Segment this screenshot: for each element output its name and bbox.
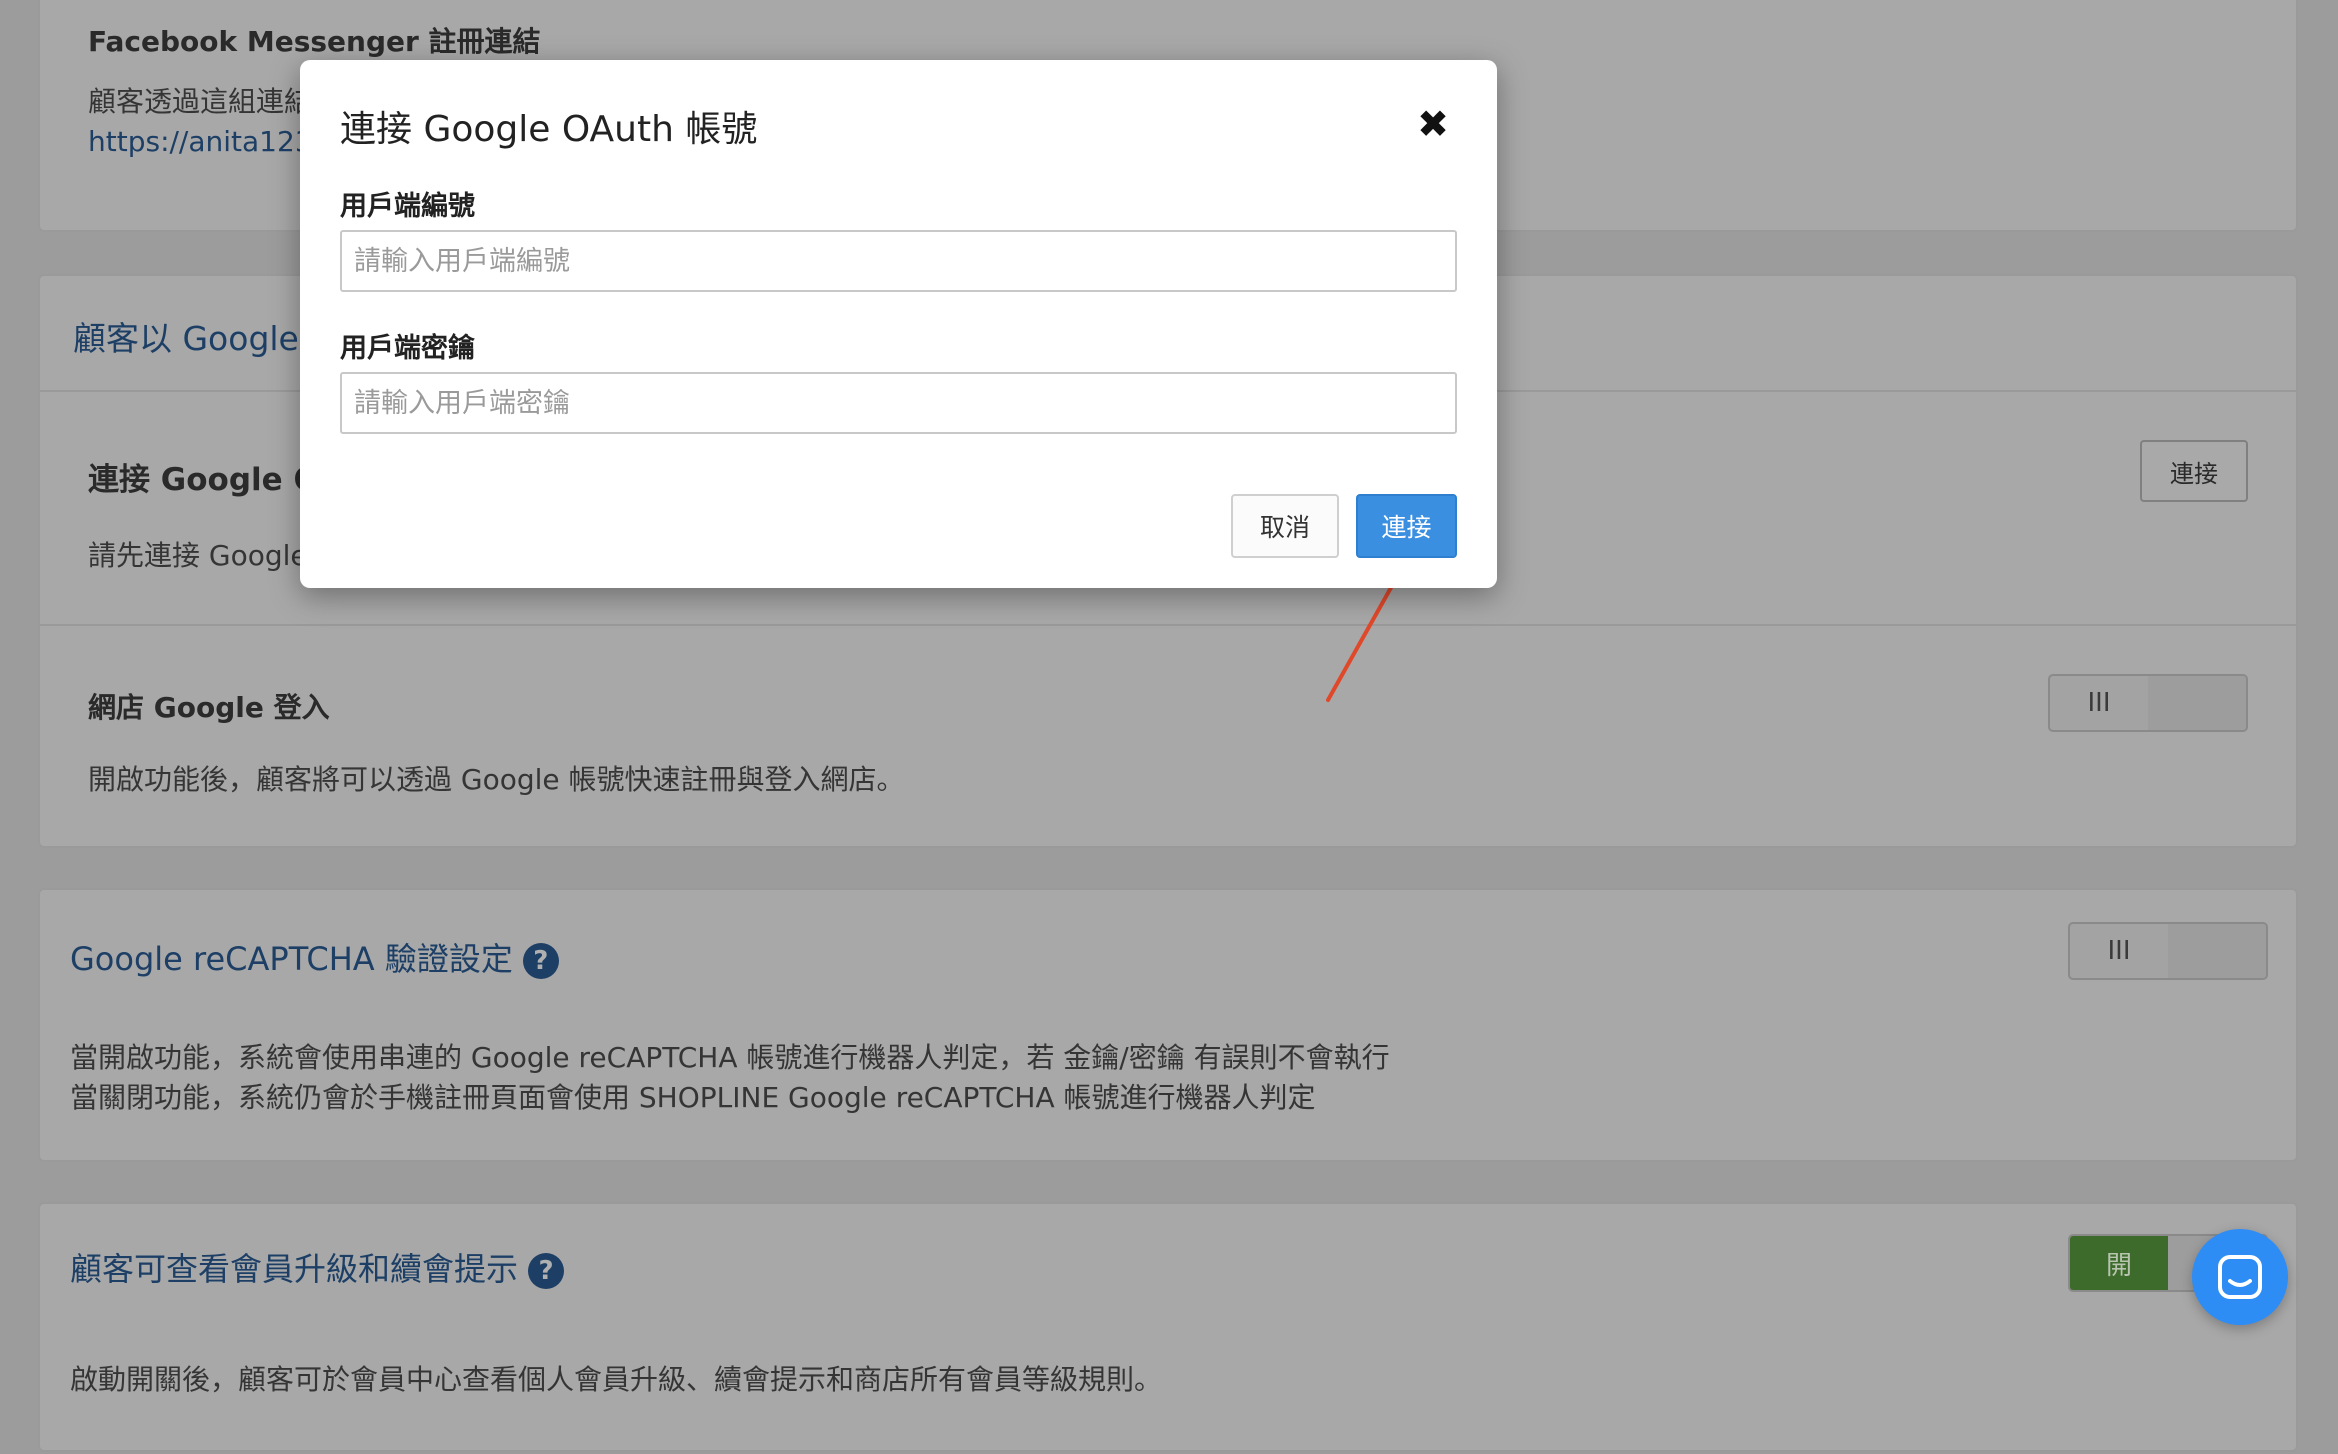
facebook-messenger-title: Facebook Messenger 註冊連結 [88,25,541,58]
recaptcha-header: Google reCAPTCHA 驗證設定? [70,934,559,980]
member-upgrade-header-text: 顧客可查看會員升級和續會提示 [70,1250,519,1288]
member-upgrade-panel: 顧客可查看會員升級和續會提示? 啟動開關後，顧客可於會員中心查看個人會員升級、續… [38,1202,2298,1452]
store-google-login-toggle[interactable]: III [2048,674,2248,732]
toggle-off-indicator: III [2087,688,2111,718]
close-icon[interactable]: ✖ [1417,105,1449,143]
store-google-login-title: 網店 Google 登入 [88,691,330,724]
store-google-login-desc: 開啟功能後，顧客將可以透過 Google 帳號快速註冊與登入網店。 [88,763,905,796]
divider [40,624,2296,626]
toggle-on-indicator: 開 [2070,1236,2168,1290]
facebook-messenger-desc: 顧客透過這組連結 [88,85,313,118]
recaptcha-toggle[interactable]: III [2068,922,2268,980]
client-secret-label: 用戶端密鑰 [340,333,475,364]
toggle-off-indicator: III [2107,936,2131,966]
chat-launcher-button[interactable] [2192,1229,2288,1325]
google-oauth-modal: 連接 Google OAuth 帳號 ✖ 用戶端編號 用戶端密鑰 取消 連接 [300,60,1497,588]
toggle-knob [2148,676,2246,730]
help-icon[interactable]: ? [528,1253,565,1289]
facebook-messenger-link[interactable]: https://anita123 [88,125,313,158]
connect-button[interactable]: 連接 [1356,494,1457,558]
chat-icon [2218,1255,2262,1299]
modal-title: 連接 Google OAuth 帳號 [340,109,758,150]
member-upgrade-desc: 啟動開關後，顧客可於會員中心查看個人會員升級、續會提示和商店所有會員等級規則。 [70,1363,1163,1396]
recaptcha-panel: Google reCAPTCHA 驗證設定? 當開啟功能，系統會使用串連的 Go… [38,888,2298,1162]
cancel-button[interactable]: 取消 [1231,494,1339,558]
recaptcha-desc-line2: 當關閉功能，系統仍會於手機註冊頁面會使用 SHOPLINE Google reC… [70,1081,1316,1114]
client-id-input[interactable] [340,230,1457,292]
oauth-section-desc: 請先連接 Google [88,539,308,572]
toggle-knob [2168,924,2266,978]
help-icon[interactable]: ? [522,943,559,979]
recaptcha-desc-line1: 當開啟功能，系統會使用串連的 Google reCAPTCHA 帳號進行機器人判… [70,1041,1390,1074]
client-id-label: 用戶端編號 [340,191,475,222]
oauth-connect-button[interactable]: 連接 [2140,440,2248,502]
oauth-section-title: 連接 Google O [88,462,320,498]
member-upgrade-header: 顧客可查看會員升級和續會提示? [70,1244,565,1290]
recaptcha-header-text: Google reCAPTCHA 驗證設定 [70,940,513,978]
client-secret-input[interactable] [340,372,1457,434]
